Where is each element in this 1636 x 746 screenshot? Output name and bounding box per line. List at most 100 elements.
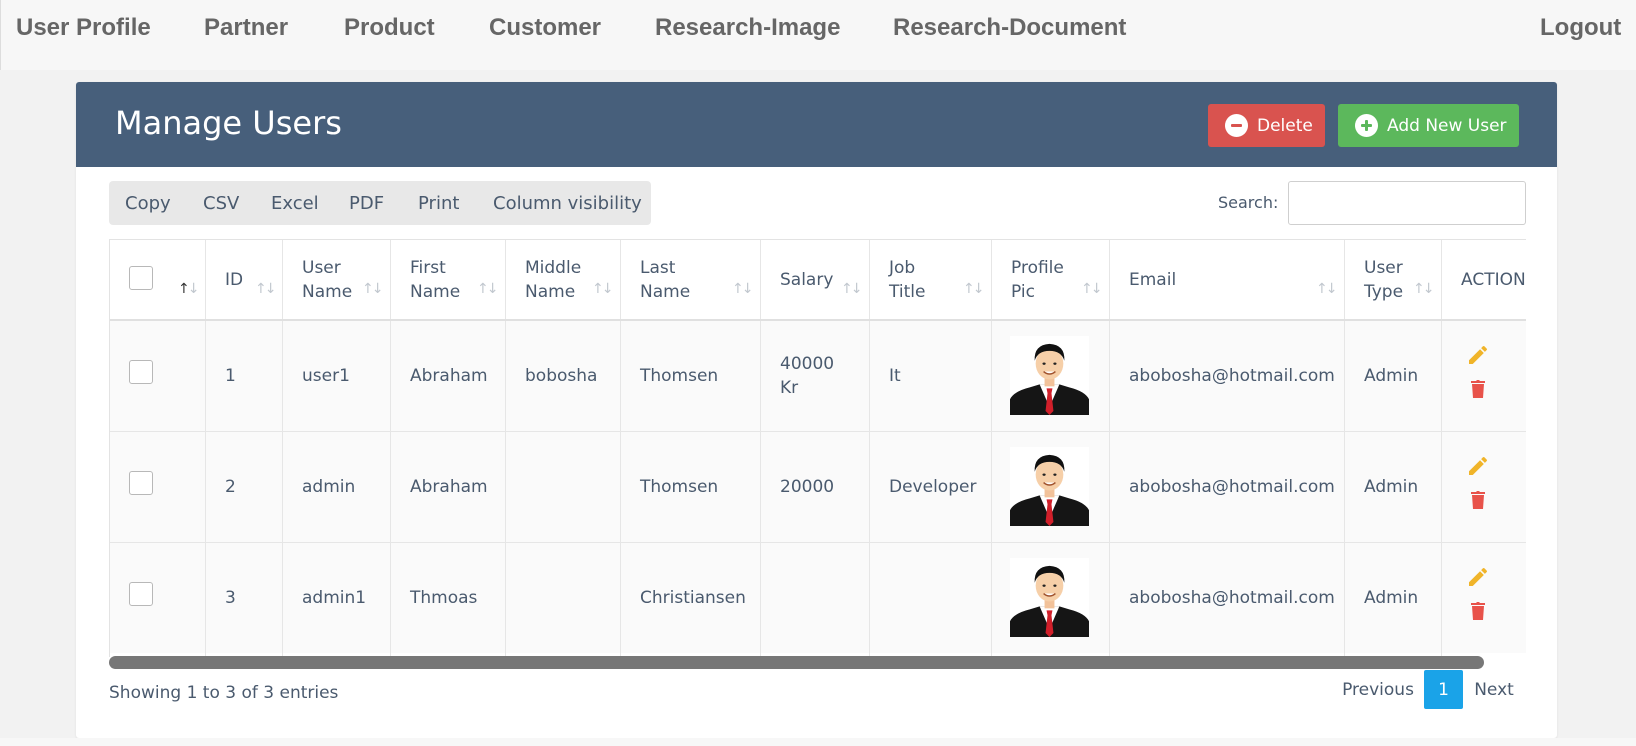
row-checkbox[interactable]	[129, 582, 153, 606]
header-job-title-line2: Title	[889, 282, 926, 302]
edit-pencil-icon[interactable]	[1466, 343, 1490, 367]
header-user-name-line2: Name	[302, 282, 353, 302]
cell-last-name: Thomsen	[640, 366, 719, 386]
sort-icon[interactable]: ↑↓	[1316, 281, 1338, 297]
nav-logout[interactable]: Logout	[1540, 14, 1621, 42]
sort-icon[interactable]: ↑↓	[841, 281, 863, 297]
cell-last-name: Christiansen	[640, 588, 746, 608]
profile-pic	[1010, 336, 1089, 415]
cell-user-name: user1	[302, 366, 350, 386]
header-profile-pic-line2: Pic	[1011, 282, 1035, 302]
cell-salary: 40000 Kr	[780, 352, 834, 400]
print-button[interactable]: Print	[418, 193, 459, 214]
sort-icon[interactable]: ↑↓	[1081, 281, 1103, 297]
cell-first-name: Thmoas	[410, 588, 478, 608]
pdf-button[interactable]: PDF	[349, 193, 384, 214]
header-middle-name-line2: Name	[525, 282, 576, 302]
sort-icon[interactable]: ↑↓	[477, 281, 499, 297]
edit-pencil-icon[interactable]	[1466, 454, 1490, 478]
header-first-name[interactable]: First Name	[410, 256, 460, 304]
column-visibility-button[interactable]: Column visibility	[493, 193, 642, 214]
column-divider	[620, 240, 621, 657]
header-middle-name-line1: Middle	[525, 258, 582, 278]
column-divider	[505, 240, 506, 657]
header-last-name-line2: Name	[640, 282, 691, 302]
excel-button[interactable]: Excel	[271, 193, 319, 214]
column-divider	[1344, 240, 1345, 657]
sort-icon[interactable]: ↑↓	[1413, 281, 1435, 297]
cell-id: 1	[225, 366, 236, 386]
header-profile-pic[interactable]: Profile Pic	[1011, 256, 1064, 304]
header-email[interactable]: Email	[1129, 268, 1176, 292]
profile-pic	[1010, 447, 1089, 526]
sort-icon[interactable]: ↑↓	[732, 281, 754, 297]
cell-email: abobosha@hotmail.com	[1129, 588, 1335, 608]
nav-user-profile[interactable]: User Profile	[16, 14, 151, 42]
delete-button-label: Delete	[1257, 115, 1313, 136]
cell-last-name: Thomsen	[640, 477, 719, 497]
delete-trash-icon[interactable]	[1466, 377, 1490, 401]
header-job-title[interactable]: Job Title	[889, 256, 925, 304]
top-navbar: User Profile Partner Product Customer Re…	[0, 0, 1636, 70]
nav-research-document[interactable]: Research-Document	[893, 14, 1126, 42]
cell-salary-amount: 40000	[780, 354, 835, 374]
sort-icon[interactable]: ↑↓	[963, 281, 985, 297]
row-checkbox[interactable]	[129, 360, 153, 384]
header-id[interactable]: ID	[225, 268, 243, 292]
horizontal-scrollbar[interactable]	[109, 656, 1484, 669]
row-checkbox[interactable]	[129, 471, 153, 495]
cell-salary: 20000	[780, 475, 834, 499]
header-first-name-line1: First	[410, 258, 446, 278]
header-user-type-line2: Type	[1364, 282, 1404, 302]
header-action: ACTION	[1461, 270, 1526, 290]
cell-email: abobosha@hotmail.com	[1129, 366, 1335, 386]
cell-first-name: Abraham	[410, 366, 488, 386]
header-last-name[interactable]: Last Name	[640, 256, 690, 304]
add-new-user-button[interactable]: Add New User	[1338, 104, 1519, 147]
export-toolbar: Copy CSV Excel PDF Print Column visibili…	[109, 181, 651, 225]
header-profile-pic-line1: Profile	[1011, 258, 1064, 278]
column-divider	[1109, 240, 1110, 657]
cell-email: abobosha@hotmail.com	[1129, 477, 1335, 497]
edit-pencil-icon[interactable]	[1466, 565, 1490, 589]
delete-button[interactable]: Delete	[1208, 104, 1325, 147]
search-label: Search:	[1218, 193, 1279, 212]
sort-icon[interactable]: ↑↓	[255, 281, 277, 297]
add-new-user-label: Add New User	[1387, 115, 1507, 136]
column-divider	[390, 240, 391, 657]
page-bottom-strip	[0, 738, 1636, 746]
row-divider	[110, 542, 1526, 543]
delete-trash-icon[interactable]	[1466, 599, 1490, 623]
cell-salary-amount: 20000	[780, 477, 835, 497]
header-user-type[interactable]: User Type	[1364, 256, 1403, 304]
nav-partner[interactable]: Partner	[204, 14, 288, 42]
header-user-name[interactable]: User Name	[302, 256, 352, 304]
nav-product[interactable]: Product	[344, 14, 435, 42]
table-info: Showing 1 to 3 of 3 entries	[109, 683, 339, 703]
header-middle-name[interactable]: Middle Name	[525, 256, 581, 304]
cell-job-title: Developer	[889, 477, 977, 497]
previous-page-button[interactable]: Previous	[1336, 670, 1420, 709]
nav-research-image[interactable]: Research-Image	[655, 14, 840, 42]
column-divider	[282, 240, 283, 657]
header-salary[interactable]: Salary	[780, 268, 833, 292]
sort-icon[interactable]: ↑↓	[362, 281, 384, 297]
header-last-name-line1: Last	[640, 258, 676, 278]
sort-checkbox-column-icon[interactable]: ↑↓	[178, 281, 199, 297]
copy-button[interactable]: Copy	[125, 193, 171, 214]
search-input[interactable]	[1288, 181, 1526, 225]
page-1-button[interactable]: 1	[1424, 670, 1463, 709]
column-divider	[991, 240, 992, 657]
profile-pic	[1010, 558, 1089, 637]
csv-button[interactable]: CSV	[203, 193, 239, 214]
header-user-name-line1: User	[302, 258, 341, 278]
nav-customer[interactable]: Customer	[489, 14, 601, 42]
cell-user-type: Admin	[1364, 588, 1419, 608]
delete-trash-icon[interactable]	[1466, 488, 1490, 512]
page-title: Manage Users	[115, 104, 342, 142]
column-divider	[1441, 240, 1442, 657]
select-all-checkbox[interactable]	[129, 266, 153, 290]
sort-icon[interactable]: ↑↓	[592, 281, 614, 297]
next-page-button[interactable]: Next	[1467, 670, 1521, 709]
cell-first-name: Abraham	[410, 477, 488, 497]
